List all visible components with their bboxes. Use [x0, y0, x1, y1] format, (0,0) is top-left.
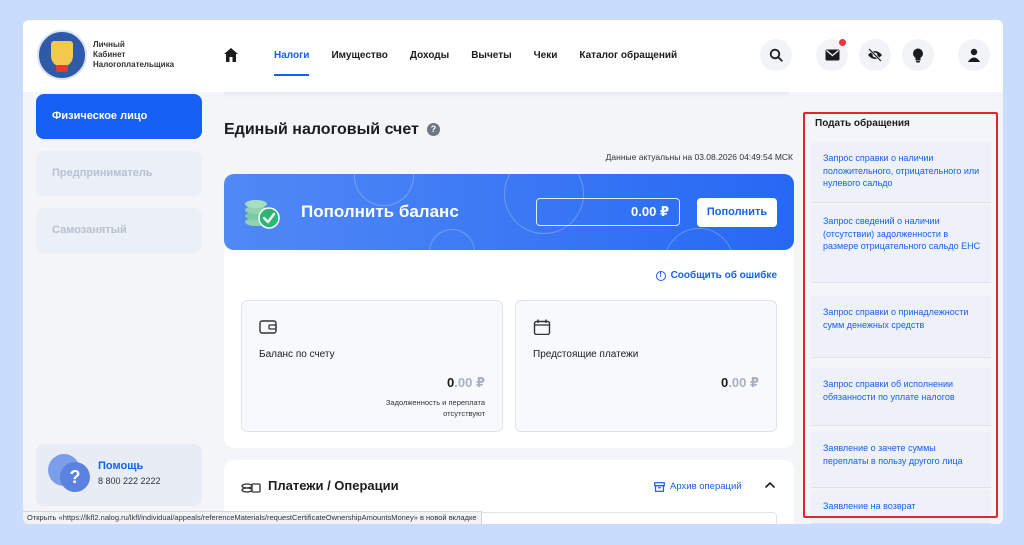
- nav-income[interactable]: Доходы: [399, 20, 460, 92]
- help-widget[interactable]: ? Помощь 8 800 222 2222: [36, 444, 202, 506]
- balance-note: Задолженность и переплата отсутствуют: [385, 398, 485, 418]
- logo-line-1: Личный: [93, 40, 125, 49]
- search-icon: [769, 48, 783, 62]
- archive-link[interactable]: Архив операций: [654, 481, 742, 492]
- report-error-label: Сообщить об ошибке: [670, 270, 777, 281]
- nav-property[interactable]: Имущество: [320, 20, 398, 92]
- upcoming-value: 0.00 ₽: [721, 375, 759, 391]
- search-button[interactable]: [760, 39, 792, 71]
- coins-check-icon: [245, 200, 280, 229]
- home-icon[interactable]: [223, 47, 239, 63]
- ens-card: Пополнить баланс 0.00 ₽ Пополнить ! Сооб…: [224, 174, 794, 448]
- decor-circle: [664, 228, 734, 250]
- profile-button[interactable]: [958, 39, 990, 71]
- topup-button[interactable]: Пополнить: [697, 198, 777, 227]
- archive-label: Архив операций: [670, 481, 742, 492]
- help-title[interactable]: Помощь: [98, 460, 143, 472]
- upcoming-label: Предстоящие платежи: [533, 349, 639, 360]
- notification-dot: [839, 39, 846, 46]
- fns-logo-icon[interactable]: [37, 30, 87, 80]
- question-icon: ?: [60, 462, 90, 492]
- sidebar-item-entrepreneur[interactable]: Предприниматель: [36, 151, 202, 196]
- balance-dec: .00 ₽: [454, 375, 485, 390]
- logo-line-3: Налогоплательщика: [93, 60, 175, 69]
- nav-receipts[interactable]: Чеки: [523, 20, 569, 92]
- messages-button[interactable]: [816, 39, 848, 71]
- report-error-link[interactable]: ! Сообщить об ошибке: [655, 270, 777, 281]
- hide-values-button[interactable]: [859, 39, 891, 71]
- nav-taxes[interactable]: Налоги: [263, 20, 320, 92]
- logo-line-2: Кабинет: [93, 50, 126, 59]
- eye-off-icon: [868, 48, 882, 62]
- topup-amount-input[interactable]: 0.00 ₽: [536, 198, 680, 226]
- decor-circle: [429, 229, 475, 250]
- top-header: Личный Кабинет Налогоплательщика Налоги …: [23, 20, 1003, 92]
- help-phone: 8 800 222 2222: [98, 476, 161, 486]
- payments-title: Платежи / Операции: [268, 478, 399, 493]
- header-shadow: [224, 92, 789, 98]
- payments-icon: [241, 483, 261, 493]
- upcoming-payments-card: Предстоящие платежи 0.00 ₽: [515, 300, 777, 432]
- browser-status-bar: Открыть «https://lkfl2.nalog.ru/lkfl/ind…: [23, 511, 482, 524]
- upcoming-dec: .00 ₽: [728, 375, 759, 390]
- banner-title: Пополнить баланс: [301, 202, 459, 221]
- highlight-box: [803, 112, 998, 518]
- question-icon[interactable]: ?: [427, 123, 440, 136]
- balance-label: Баланс по счету: [259, 349, 335, 360]
- sidebar-item-individual[interactable]: Физическое лицо: [36, 94, 202, 139]
- nav-deductions[interactable]: Вычеты: [460, 20, 522, 92]
- chevron-up-icon[interactable]: [764, 480, 776, 490]
- user-icon: [967, 48, 981, 62]
- tips-button[interactable]: [902, 39, 934, 71]
- page-title: Единый налоговый счет: [224, 121, 419, 138]
- mail-icon: [825, 49, 839, 61]
- browser-window: Личный Кабинет Налогоплательщика Налоги …: [23, 20, 1003, 524]
- balance-card: Баланс по счету 0.00 ₽ Задолженность и п…: [241, 300, 503, 432]
- balance-value: 0.00 ₽: [447, 375, 485, 391]
- calendar-icon: [533, 319, 551, 335]
- nav-appeals-catalog[interactable]: Каталог обращений: [568, 20, 688, 92]
- sidebar-item-self-employed[interactable]: Самозанятый: [36, 208, 202, 253]
- lightbulb-icon: [913, 48, 923, 62]
- archive-icon: [654, 481, 665, 492]
- topup-banner: Пополнить баланс 0.00 ₽ Пополнить: [224, 174, 794, 250]
- main-nav: Налоги Имущество Доходы Вычеты Чеки Ката…: [263, 20, 688, 92]
- wallet-icon: [259, 320, 277, 334]
- logo-text[interactable]: Личный Кабинет Налогоплательщика: [93, 40, 174, 70]
- data-timestamp: Данные актуальны на 03.08.2026 04:49:54 …: [605, 152, 793, 162]
- info-icon: !: [655, 270, 666, 281]
